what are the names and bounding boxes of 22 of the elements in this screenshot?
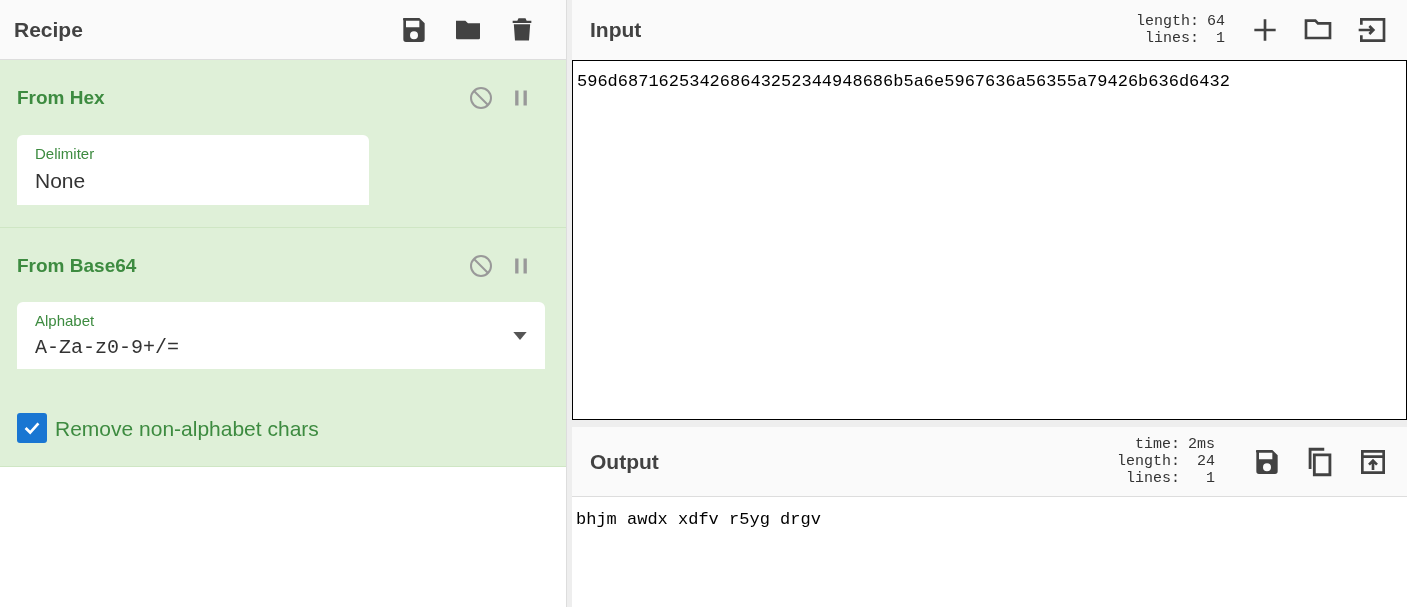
panel-title: Output [590,448,660,475]
output-text-area: bhjm awdx xdfv r5yg drgv [572,497,1407,543]
input-text-area[interactable]: 596d687162534268643252344948686b5a6e5967636a56355a79426b636d6432 [572,60,1407,420]
stat-value: 64 [1207,13,1225,30]
caret-icon [513,332,527,341]
stat-label: length: [1116,453,1180,470]
operation-title: From Base64 [17,253,138,278]
stat-label: lines: [1124,470,1180,487]
panel-title: Recipe [14,16,84,43]
stat-label: length: [1135,13,1199,30]
stat-value: 2ms [1188,436,1215,453]
stat-label: lines: [1143,30,1199,47]
operation-title: From Hex [17,86,106,110]
delimiter-field[interactable]: Delimiter None [17,134,369,205]
stat-value: 1 [1215,30,1225,47]
stat-value: 24 [1196,453,1215,470]
stat-value: 1 [1205,470,1215,487]
checkbox-label: Remove non-alphabet chars [55,415,319,442]
stat-label: time: [1133,436,1180,453]
panel-title: Input [590,17,643,44]
alphabet-dropdown[interactable]: Alphabet A-Za-z0-9+/= [17,302,545,369]
checkbox[interactable] [17,413,47,444]
